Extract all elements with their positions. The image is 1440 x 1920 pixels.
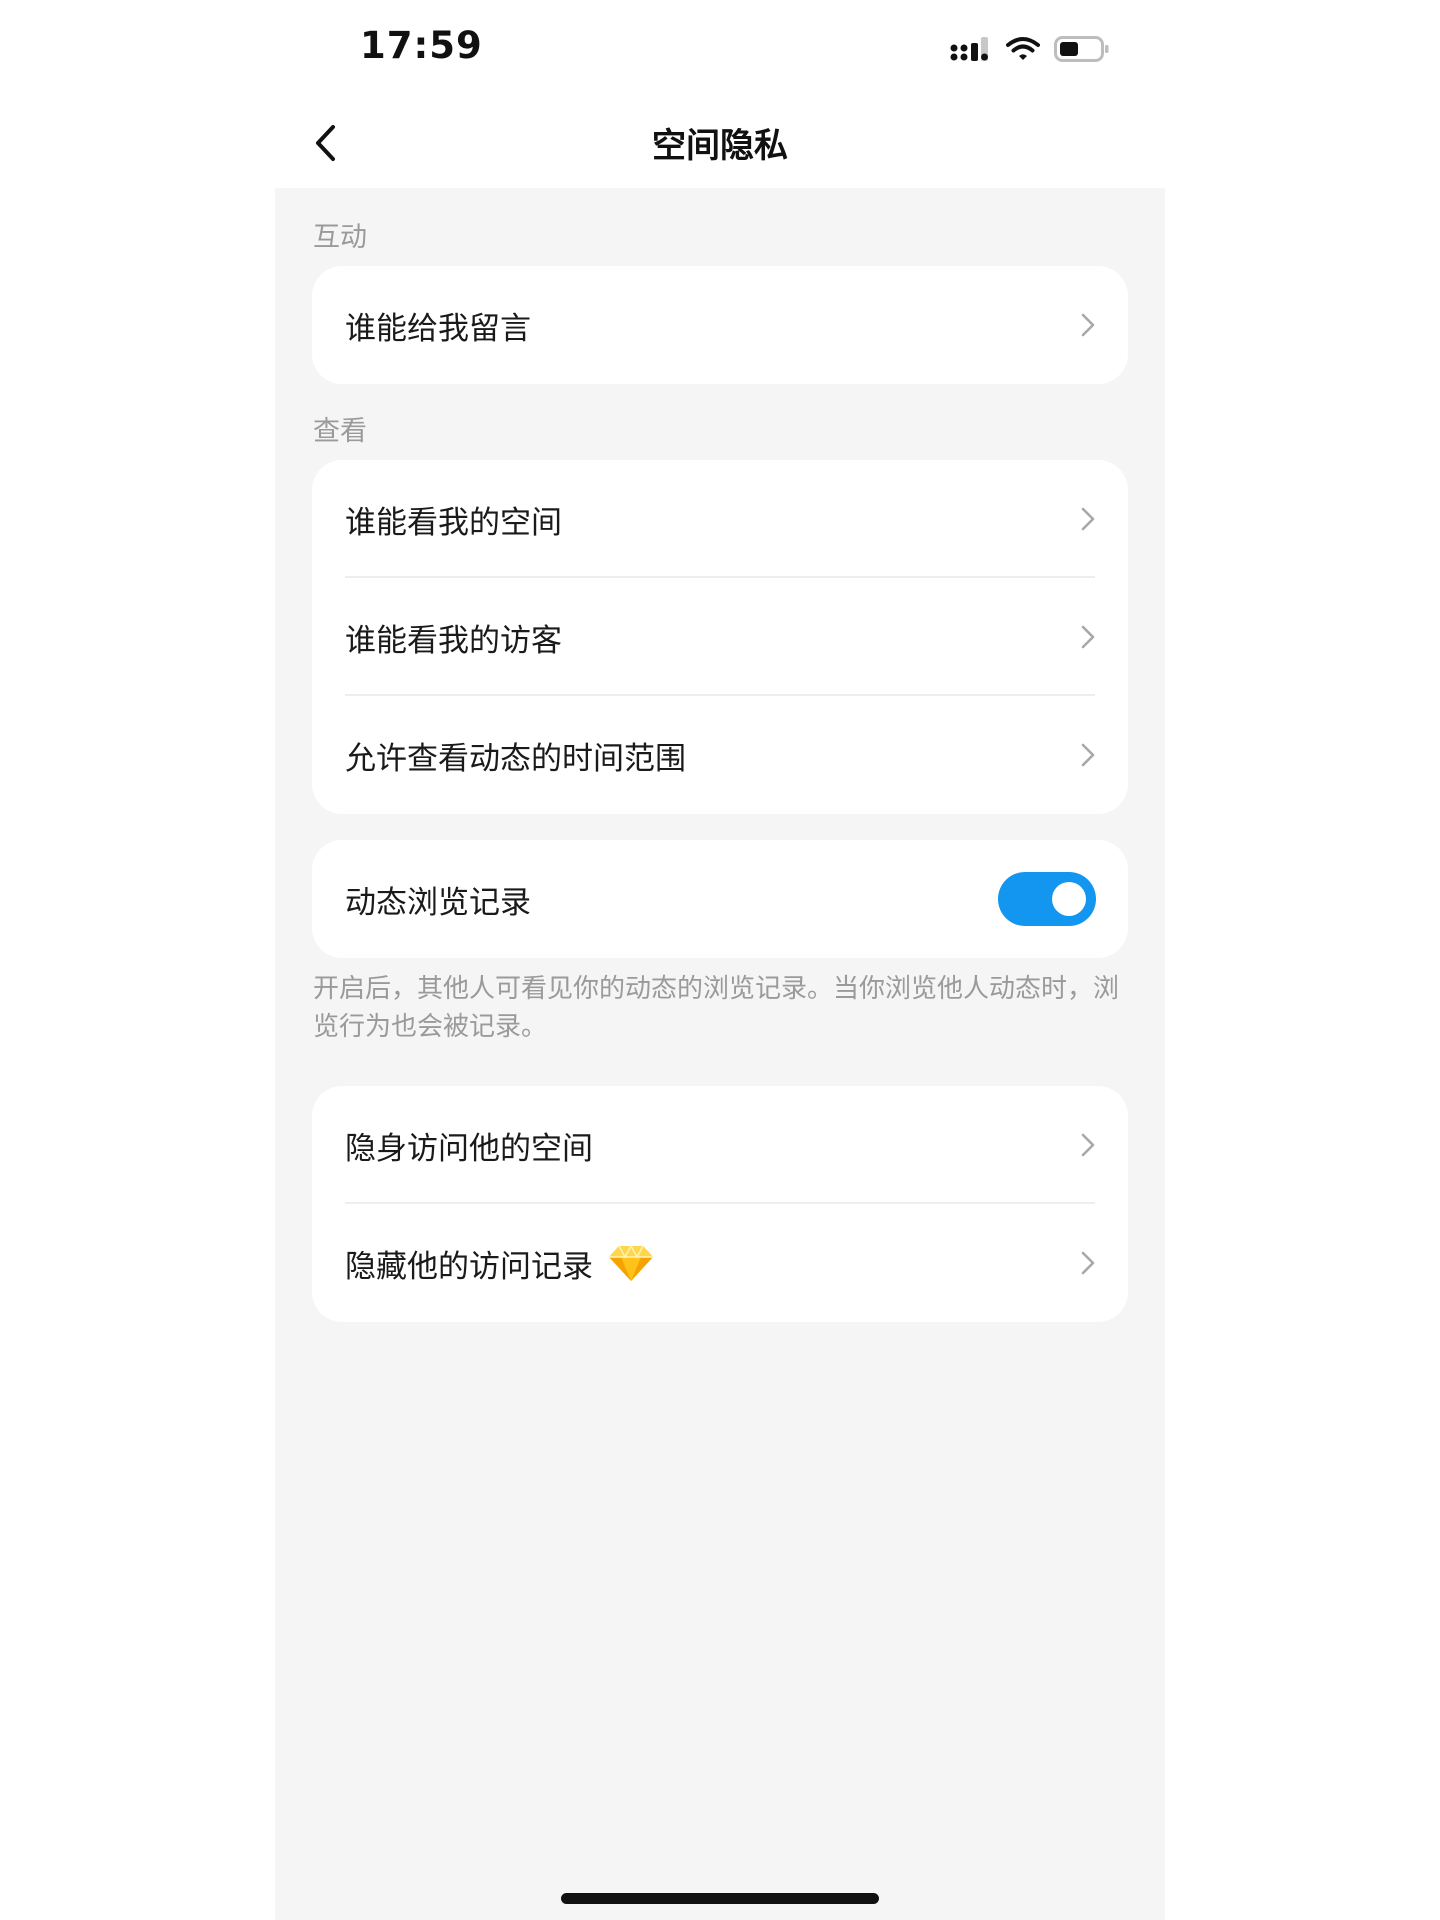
section-label-interaction: 互动 (313, 222, 367, 253)
stealth-card: 隐身访问他的空间 隐藏他的访问记录 (312, 1086, 1128, 1322)
view-card: 谁能看我的空间 谁能看我的访客 允许查看动态的时间范围 (312, 460, 1128, 814)
diamond-icon (609, 1244, 653, 1281)
chevron-right-icon (1081, 743, 1095, 767)
toggle-knob (1052, 882, 1086, 916)
status-icons (950, 34, 1110, 64)
row-who-can-message[interactable]: 谁能给我留言 (312, 266, 1128, 384)
row-label: 隐藏他的访问记录 (345, 1248, 593, 1285)
row-who-can-view-visitors[interactable]: 谁能看我的访客 (312, 578, 1128, 696)
top-bar: 17:59 空间隐私 (275, 0, 1165, 188)
interaction-card: 谁能给我留言 (312, 266, 1128, 384)
status-time: 17:59 (360, 24, 483, 67)
signal-icon (950, 37, 988, 61)
row-label: 允许查看动态的时间范围 (345, 740, 686, 777)
row-feed-time-range[interactable]: 允许查看动态的时间范围 (312, 696, 1128, 814)
row-label: 隐身访问他的空间 (345, 1130, 593, 1167)
wifi-icon (1006, 37, 1040, 60)
row-label: 动态浏览记录 (345, 884, 531, 921)
row-browse-record: 动态浏览记录 (312, 840, 1128, 958)
row-label: 谁能看我的空间 (345, 504, 562, 541)
page-title: 空间隐私 (652, 126, 788, 166)
browse-record-description: 开启后，其他人可看见你的动态的浏览记录。当你浏览他人动态时，浏览行为也会被记录。 (313, 974, 1120, 1042)
section-label-view: 查看 (313, 416, 367, 447)
chevron-right-icon (1081, 507, 1095, 531)
row-label: 谁能给我留言 (345, 310, 531, 347)
chevron-right-icon (1081, 1251, 1095, 1275)
row-label-with-badge: 隐藏他的访问记录 (345, 1241, 655, 1286)
battery-icon (1054, 36, 1109, 62)
row-hide-visit-record[interactable]: 隐藏他的访问记录 (312, 1204, 1128, 1322)
row-stealth-visit[interactable]: 隐身访问他的空间 (312, 1086, 1128, 1204)
row-who-can-view-space[interactable]: 谁能看我的空间 (312, 460, 1128, 578)
browse-record-toggle[interactable] (998, 872, 1096, 926)
chevron-right-icon (1081, 1133, 1095, 1157)
chevron-right-icon (1081, 625, 1095, 649)
chevron-right-icon (1081, 313, 1095, 337)
row-label: 谁能看我的访客 (345, 622, 562, 659)
phone-screen: 17:59 空间隐私 互动 谁能给我留言 查看 谁能看我的空间 谁能看我的访客 … (275, 0, 1165, 1920)
home-indicator[interactable] (561, 1893, 879, 1904)
browse-record-card: 动态浏览记录 (312, 840, 1128, 958)
